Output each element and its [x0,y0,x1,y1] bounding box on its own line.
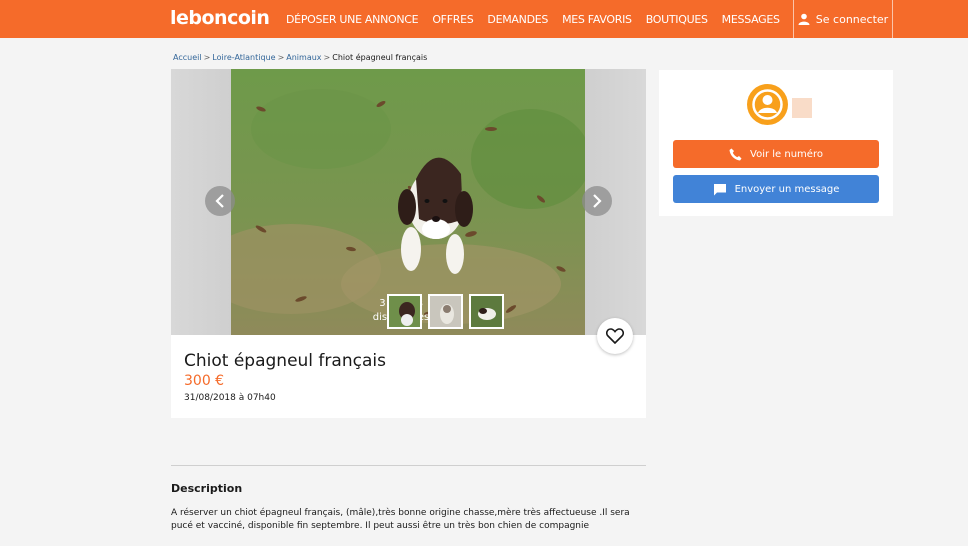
chevron-right-icon [593,194,602,208]
listing-title: Chiot épagneul français [184,351,386,371]
favorite-button[interactable] [597,318,633,354]
avatar[interactable] [747,84,788,125]
nav-requests[interactable]: DEMANDES [487,13,548,26]
seller-badge [792,98,812,118]
send-message-label: Envoyer un message [734,183,840,195]
chevron-left-icon [215,194,224,208]
section-divider [171,465,646,466]
show-phone-button[interactable]: Voir le numéro [673,140,879,168]
breadcrumb-region[interactable]: Loire-Atlantique [212,53,275,62]
breadcrumb-category[interactable]: Animaux [286,53,321,62]
nav-shops[interactable]: BOUTIQUES [646,13,708,26]
description-heading: Description [171,482,243,495]
listing-price: 300 € [184,373,225,389]
description-text: A réserver un chiot épagneul français, (… [171,508,630,531]
show-phone-label: Voir le numéro [750,148,823,160]
thumbnail-2[interactable] [428,294,463,329]
main-photo[interactable]: 3 photos disponibles leboncoin [231,69,585,335]
phone-icon [729,148,742,160]
nav-post-ad[interactable]: DÉPOSER UNE ANNONCE [286,13,419,26]
breadcrumb-current: Chiot épagneul français [332,53,428,62]
nav-favorites[interactable]: MES FAVORIS [562,13,632,26]
listing-info-card: Chiot épagneul français 300 € 31/08/2018… [171,335,646,418]
next-photo-button[interactable] [582,186,612,216]
breadcrumb: Accueil > Loire-Atlantique > Animaux > Chiot é… [173,53,428,62]
top-header: leboncoin DÉPOSER UNE ANNONCE OFFRES DEM… [0,0,968,38]
site-logo[interactable]: leboncoin [170,7,270,29]
photo-gallery: 3 photos disponibles leboncoin [171,69,646,335]
login-label: Se connecter [815,12,889,26]
nav-offers[interactable]: OFFRES [432,13,473,26]
login-button[interactable]: Se connecter [793,0,893,38]
thumbnail-1[interactable] [387,294,422,329]
user-icon [798,13,810,25]
breadcrumb-home[interactable]: Accueil [173,53,202,62]
seller-card: Voir le numéro Envoyer un message [659,70,893,216]
previous-photo-button[interactable] [205,186,235,216]
heart-icon [606,328,624,344]
listing-date: 31/08/2018 à 07h40 [184,393,276,403]
thumbnail-3[interactable] [469,294,504,329]
nav-messages[interactable]: MESSAGES [722,13,780,26]
message-icon [713,183,726,195]
user-silhouette-icon [752,89,783,120]
send-message-button[interactable]: Envoyer un message [673,175,879,203]
main-nav: DÉPOSER UNE ANNONCE OFFRES DEMANDES MES … [286,0,794,38]
